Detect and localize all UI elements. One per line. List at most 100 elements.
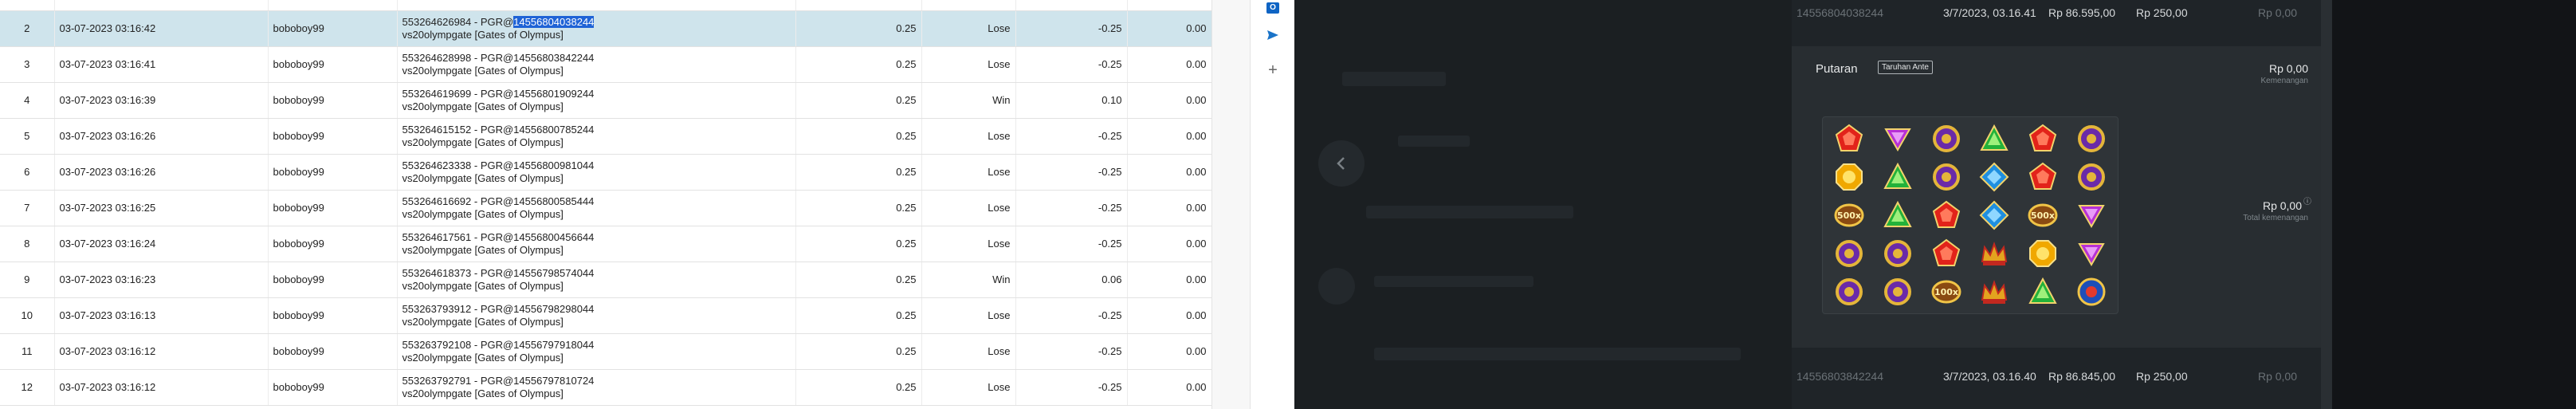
row-amount: -0.25 <box>1015 297 1128 334</box>
history-row[interactable]: 14556803842244 3/7/2023, 03.16.40 Rp 86.… <box>1792 364 2321 389</box>
game-name: vs20olympgate [Gates of Olympus] <box>402 64 564 77</box>
row-amount: -0.25 <box>1015 46 1128 83</box>
reel-grid: 500x 500x 100x <box>1822 116 2119 314</box>
row-amount <box>1015 0 1128 11</box>
row-result: Win <box>921 262 1016 298</box>
game-history-panel: 14556804038244 3/7/2023, 03.16.41 Rp 86.… <box>1294 0 2576 409</box>
row-result: Lose <box>921 190 1016 226</box>
row-balance: 0.00 <box>1127 190 1211 226</box>
row-description: 553264618373 - PGR@14556798574044 vs20oly… <box>397 262 796 298</box>
row-balance: 0.00 <box>1127 226 1211 262</box>
green-gem-icon <box>2020 273 2067 310</box>
transaction-id[interactable]: 553264617561 - PGR@14556800456644 <box>402 231 791 244</box>
transaction-id[interactable]: 553264623338 - PGR@14556800981044 <box>402 159 791 172</box>
sun-gem-icon <box>1826 159 1873 195</box>
table-row[interactable]: 4 03-07-2023 03:16:39 boboboy99 55326461969… <box>0 82 1211 119</box>
win-label: Kemenangan <box>2260 77 2309 85</box>
blue-gem-icon <box>1971 159 2018 195</box>
table-row[interactable]: 12 03-07-2023 03:16:12 boboboy99 5532637927… <box>0 369 1211 406</box>
row-number: 5 <box>0 118 55 155</box>
row-bet: 0.25 <box>795 226 922 262</box>
transaction-id-prefix: 553264626984 - PGR@ <box>402 15 514 28</box>
panel-scrollbar[interactable] <box>2321 0 2332 409</box>
row-result: Win <box>921 82 1016 119</box>
crown-icon <box>1971 235 2018 272</box>
purple-gem-icon <box>2067 235 2115 272</box>
transaction-id[interactable]: 553264616692 - PGR@14556800585444 <box>402 195 791 208</box>
info-icon[interactable]: ⓘ <box>2303 195 2311 206</box>
row-balance: 0.00 <box>1127 82 1211 119</box>
row-balance: 0.00 <box>1127 10 1211 47</box>
row-balance <box>1127 0 1211 11</box>
table-row[interactable]: 10 03-07-2023 03:16:13 boboboy99 5532637939… <box>0 297 1211 334</box>
table-row[interactable]: 8 03-07-2023 03:16:24 boboboy99 55326461756… <box>0 226 1211 262</box>
row-username: boboboy99 <box>268 262 398 298</box>
table-row[interactable]: 3 03-07-2023 03:16:41 boboboy99 55326462899… <box>0 46 1211 83</box>
row-username: boboboy99 <box>268 297 398 334</box>
transaction-id[interactable]: 553264615152 - PGR@14556800785244 <box>402 124 791 136</box>
crown-icon <box>1971 273 2018 310</box>
row-amount: -0.25 <box>1015 226 1128 262</box>
red-gem-icon <box>2020 159 2067 195</box>
outlook-icon[interactable]: O <box>1265 0 1281 16</box>
row-number: 6 <box>0 154 55 191</box>
total-win-label: Total kemenangan <box>2243 214 2308 222</box>
round-balance: Rp 86.845,00 <box>2048 370 2116 383</box>
row-bet: 0.25 <box>795 154 922 191</box>
row-amount: -0.25 <box>1015 154 1128 191</box>
row-amount: -0.25 <box>1015 333 1128 370</box>
table-row[interactable]: 5 03-07-2023 03:16:26 boboboy99 55326461515… <box>0 118 1211 155</box>
row-username: boboboy99 <box>268 46 398 83</box>
send-icon[interactable] <box>1265 27 1281 43</box>
transaction-id[interactable]: 553264626984 - PGR@14556804038244 <box>402 15 791 29</box>
row-number: 10 <box>0 297 55 334</box>
transaction-id[interactable]: 553264618373 - PGR@14556798574044 <box>402 267 791 280</box>
transaction-id[interactable]: 553264628998 - PGR@14556803842244 <box>402 52 791 65</box>
svg-text:100x: 100x <box>1934 287 1958 297</box>
transaction-id[interactable]: 553263792791 - PGR@14556797810724 <box>402 375 791 387</box>
table-row[interactable]: 9 03-07-2023 03:16:23 boboboy99 55326461837… <box>0 262 1211 298</box>
transaction-id[interactable]: 553263792108 - PGR@14556797918044 <box>402 339 791 352</box>
game-name: vs20olympgate [Gates of Olympus] <box>402 243 564 256</box>
ghost-text <box>1342 72 1446 86</box>
transaction-id[interactable]: 553264619699 - PGR@14556801909244 <box>402 88 791 100</box>
round-bet: Rp 250,00 <box>2136 370 2188 383</box>
green-gem-icon <box>1971 120 2018 157</box>
row-date: 03-07-2023 03:16:41 <box>54 46 269 83</box>
row-number: 2 <box>0 10 55 47</box>
red-gem-icon <box>1922 197 1969 234</box>
plus-icon[interactable]: + <box>1265 61 1281 79</box>
row-date: 03-07-2023 03:16:12 <box>54 333 269 370</box>
table-row[interactable]: 2 03-07-2023 03:16:42 boboboy99 55326462698… <box>0 10 1211 47</box>
blue-gem-icon <box>1971 197 2018 234</box>
green-gem-icon <box>1875 159 1922 195</box>
row-balance: 0.00 <box>1127 46 1211 83</box>
ring-icon <box>2067 159 2115 195</box>
scatter-icon <box>2067 273 2115 310</box>
row-number: 7 <box>0 190 55 226</box>
row-bet: 0.25 <box>795 369 922 406</box>
table-row[interactable]: 6 03-07-2023 03:16:26 boboboy99 55326462333… <box>0 154 1211 191</box>
table-row[interactable]: 7 03-07-2023 03:16:25 boboboy99 55326461669… <box>0 190 1211 226</box>
history-row[interactable]: 14556804038244 3/7/2023, 03.16.41 Rp 86.… <box>1792 0 2321 26</box>
row-date <box>54 0 269 11</box>
game-name: vs20olympgate [Gates of Olympus] <box>402 351 564 364</box>
back-chevron-icon[interactable] <box>1318 140 1365 187</box>
row-username: boboboy99 <box>268 333 398 370</box>
game-name: vs20olympgate [Gates of Olympus] <box>402 28 564 41</box>
browser-side-strip: O + <box>1250 0 1294 409</box>
scrollbar-gutter[interactable] <box>1211 0 1250 409</box>
transaction-id[interactable]: 553263793912 - PGR@14556798298044 <box>402 303 791 316</box>
table-row[interactable]: vs20olympgate [Gates of Olympus] <box>0 0 1211 11</box>
row-bet: 0.25 <box>795 118 922 155</box>
game-name: vs20olympgate [Gates of Olympus] <box>402 136 564 148</box>
row-number: 12 <box>0 369 55 406</box>
row-date: 03-07-2023 03:16:25 <box>54 190 269 226</box>
selected-text[interactable]: 14556804038244 <box>513 15 595 28</box>
green-gem-icon <box>1875 197 1922 234</box>
table-row[interactable]: 11 03-07-2023 03:16:12 boboboy99 5532637921… <box>0 333 1211 370</box>
row-username: boboboy99 <box>268 226 398 262</box>
round-bet: Rp 250,00 <box>2136 6 2188 19</box>
row-description: 553263792791 - PGR@14556797810724 vs20oly… <box>397 369 796 406</box>
total-win-amount: Rp 0,00 <box>2262 199 2302 212</box>
